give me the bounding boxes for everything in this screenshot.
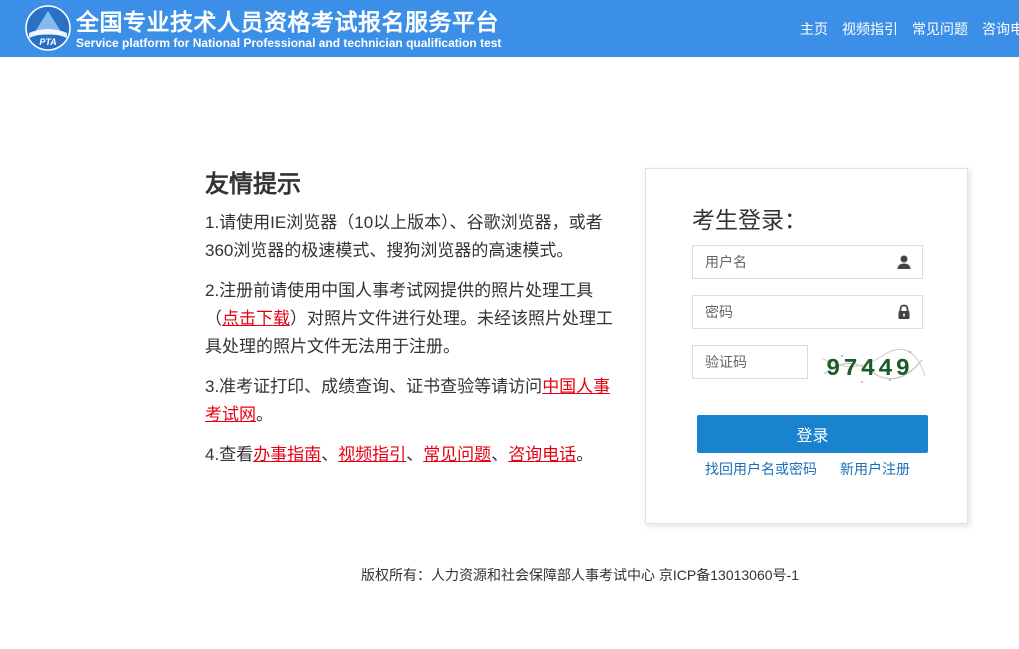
forgot-credentials-link[interactable]: 找回用户名或密码 bbox=[705, 459, 817, 479]
tips-panel: 友情提示 1.请使用IE浏览器（10以上版本）、谷歌浏览器，或者360浏览器的极… bbox=[205, 164, 625, 481]
password-field bbox=[692, 295, 923, 329]
video-guide-link[interactable]: 视频指引 bbox=[338, 445, 406, 464]
captcha-text: 97449 bbox=[826, 356, 913, 383]
login-title: 考生登录： bbox=[692, 207, 807, 233]
tips-title: 友情提示 bbox=[205, 171, 301, 198]
captcha-image[interactable]: 97449 bbox=[822, 346, 925, 386]
captcha-field bbox=[692, 345, 808, 379]
site-title: 全国专业技术人员资格考试报名服务平台 bbox=[76, 9, 499, 35]
nav-consult-phone[interactable]: 咨询电话 bbox=[982, 21, 1019, 37]
footer-copyright: 版权所有：人力资源和社会保障部人事考试中心 京ICP备13013060号-1 bbox=[361, 567, 799, 583]
tip-links-pre: 4.查看 bbox=[205, 445, 254, 464]
pta-logo-icon: PTA bbox=[25, 5, 71, 51]
separator: 、 bbox=[321, 445, 339, 464]
lock-icon bbox=[898, 304, 910, 319]
consult-phone-link[interactable]: 咨询电话 bbox=[508, 445, 576, 464]
guide-link[interactable]: 办事指南 bbox=[253, 445, 321, 464]
username-input[interactable] bbox=[693, 246, 895, 278]
site-subtitle: Service platform for National Profession… bbox=[76, 36, 502, 50]
password-input[interactable] bbox=[693, 296, 895, 328]
top-nav: 主页视频指引常见问题咨询电话 bbox=[800, 19, 1019, 39]
tip-browser: 1.请使用IE浏览器（10以上版本）、谷歌浏览器，或者360浏览器的极速模式、搜… bbox=[205, 213, 603, 260]
nav-faq[interactable]: 常见问题 bbox=[912, 21, 968, 37]
register-link[interactable]: 新用户注册 bbox=[840, 459, 910, 479]
separator: 、 bbox=[406, 445, 424, 464]
download-tool-link[interactable]: 点击下载 bbox=[222, 309, 290, 328]
user-icon bbox=[897, 255, 911, 269]
captcha-input[interactable] bbox=[693, 346, 805, 378]
username-field bbox=[692, 245, 923, 279]
separator: 、 bbox=[491, 445, 509, 464]
tip-cpta-text-pre: 3.准考证打印、成绩查询、证书查验等请访问 bbox=[205, 377, 543, 396]
tip-cpta-text-post: 。 bbox=[256, 405, 273, 424]
faq-link[interactable]: 常见问题 bbox=[423, 445, 491, 464]
tip-links-post: 。 bbox=[576, 445, 594, 464]
tip-photo-tool: 2.注册前请使用中国人事考试网提供的照片处理工具（点击下载）对照片文件进行处理。… bbox=[205, 277, 625, 361]
logo-text: PTA bbox=[39, 37, 56, 47]
tip-links: 4.查看办事指南、视频指引、常见问题、咨询电话。 bbox=[205, 441, 625, 469]
nav-home[interactable]: 主页 bbox=[800, 21, 828, 37]
tip-cpta: 3.准考证打印、成绩查询、证书查验等请访问中国人事考试网。 bbox=[205, 373, 625, 429]
nav-video-guide[interactable]: 视频指引 bbox=[842, 21, 898, 37]
login-panel: 考生登录： 97449 登录 找回用户名或密码 新用户注册 bbox=[645, 168, 968, 524]
login-button[interactable]: 登录 bbox=[697, 415, 928, 453]
header-bar: PTA 全国专业技术人员资格考试报名服务平台 Service platform … bbox=[0, 0, 1019, 57]
